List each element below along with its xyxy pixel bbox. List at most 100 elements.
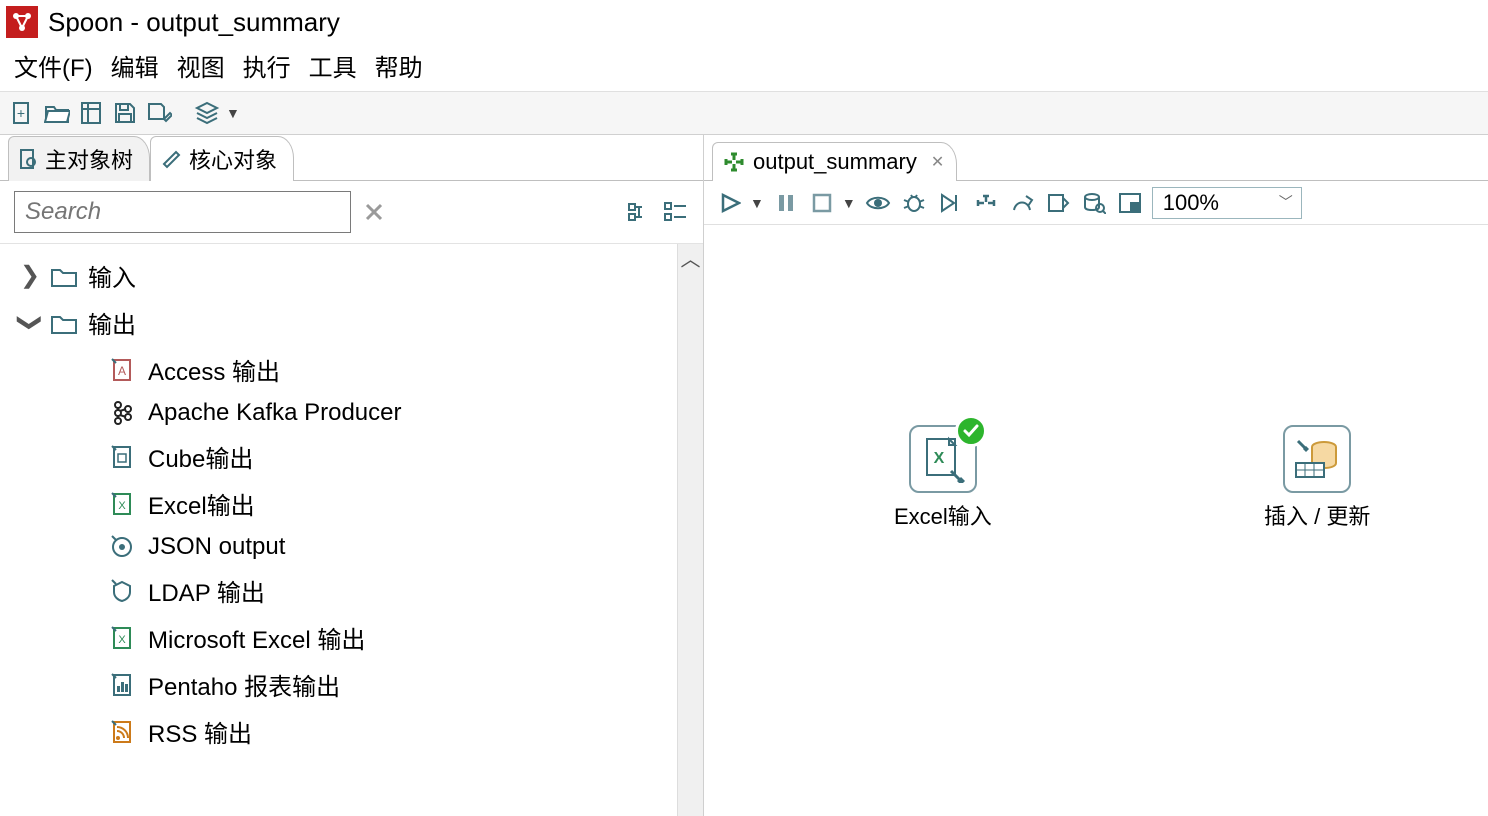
split-area: 主对象树 核心对象 ❯ [0, 135, 1488, 816]
svg-text:+: + [17, 105, 25, 121]
tree: ❯ 输入 ❯ 输出 A Access 输出 Apache Kafka Produ… [0, 244, 677, 816]
app-icon [6, 6, 38, 38]
step-excel-input[interactable]: X Excel输入 [894, 425, 992, 531]
tree-item-label: LDAP 输出 [148, 573, 265, 608]
show-results-icon[interactable] [1116, 189, 1144, 217]
folder-icon [50, 311, 78, 335]
open-folder-icon[interactable] [44, 100, 70, 126]
verify-icon[interactable] [972, 189, 1000, 217]
scroll-up-icon[interactable]: ︿ [678, 244, 703, 270]
insert-update-icon [1292, 435, 1342, 483]
tree-item-label: Microsoft Excel 输出 [148, 620, 365, 655]
step-box [1283, 425, 1351, 493]
tree-node-output[interactable]: ❯ 输出 [20, 299, 673, 346]
excel-icon: X [108, 624, 136, 652]
tab-core-objects-label: 核心对象 [189, 143, 277, 175]
window-title: Spoon - output_summary [48, 7, 340, 38]
save-icon[interactable] [112, 100, 138, 126]
step-label: Excel输入 [894, 499, 992, 531]
stop-icon[interactable] [808, 189, 836, 217]
canvas-tabs: output_summary ✕ [704, 135, 1488, 181]
tree-item-label: JSON output [148, 533, 285, 561]
tree-item[interactable]: JSON output [20, 527, 673, 567]
svg-text:X: X [934, 450, 945, 467]
tab-main-tree[interactable]: 主对象树 [8, 136, 150, 181]
tree-item[interactable]: X Excel输出 [20, 480, 673, 527]
tree-item[interactable]: LDAP 输出 [20, 567, 673, 614]
zoom-select[interactable]: 100% [1152, 187, 1302, 219]
main-toolbar: + ▼ [0, 91, 1488, 135]
tree-item-label: Cube输出 [148, 439, 253, 474]
search-input[interactable] [14, 191, 351, 233]
folder-icon [50, 264, 78, 288]
new-file-icon[interactable]: + [10, 100, 36, 126]
debug-icon[interactable] [900, 189, 928, 217]
kafka-icon [108, 399, 136, 427]
rss-icon [108, 718, 136, 746]
step-box: X [909, 425, 977, 493]
layers-dropdown-icon[interactable]: ▼ [226, 105, 240, 121]
chevron-right-icon[interactable]: ❯ [20, 261, 40, 290]
tree-wrap: ❯ 输入 ❯ 输出 A Access 输出 Apache Kafka Produ… [0, 244, 703, 816]
replay-icon[interactable] [936, 189, 964, 217]
excel-icon: X [108, 490, 136, 518]
explore-icon[interactable] [78, 100, 104, 126]
tree-item[interactable]: Cube输出 [20, 433, 673, 480]
menu-file[interactable]: 文件(F) [10, 46, 97, 85]
tree-item-label: Apache Kafka Producer [148, 399, 402, 427]
tree-item[interactable]: X Microsoft Excel 输出 [20, 614, 673, 661]
tree-node-input[interactable]: ❯ 输入 [20, 252, 673, 299]
run-dropdown-icon[interactable]: ▼ [750, 195, 764, 211]
tab-main-tree-label: 主对象树 [45, 143, 133, 175]
zoom-value: 100% [1163, 190, 1219, 215]
sql-icon[interactable] [1044, 189, 1072, 217]
tree-item-label: Access 输出 [148, 352, 280, 387]
run-icon[interactable] [716, 189, 744, 217]
left-tabs: 主对象树 核心对象 [0, 135, 703, 181]
canvas-tab-label: output_summary [753, 149, 917, 175]
status-ok-icon [955, 415, 987, 447]
step-insert-update[interactable]: 插入 / 更新 [1264, 425, 1370, 531]
tree-item-label: Excel输出 [148, 486, 255, 521]
menu-view[interactable]: 视图 [173, 46, 229, 85]
save-as-icon[interactable] [146, 100, 172, 126]
ldap-icon [108, 577, 136, 605]
tab-core-objects[interactable]: 核心对象 [150, 136, 294, 181]
canvas[interactable]: X Excel输入 [704, 225, 1488, 816]
json-icon [108, 533, 136, 561]
pause-icon[interactable] [772, 189, 800, 217]
close-icon[interactable] [361, 199, 387, 225]
menu-edit[interactable]: 编辑 [107, 46, 163, 85]
search-row [0, 181, 703, 244]
right-pane: output_summary ✕ ▼ ▼ 100% [704, 135, 1488, 816]
layers-icon[interactable] [194, 100, 220, 126]
canvas-tab[interactable]: output_summary ✕ [712, 142, 957, 181]
stop-dropdown-icon[interactable]: ▼ [842, 195, 856, 211]
collapse-tree-icon[interactable] [663, 199, 689, 225]
explore-db-icon[interactable] [1080, 189, 1108, 217]
step-label: 插入 / 更新 [1264, 499, 1370, 531]
scrollbar[interactable]: ︿ [677, 244, 703, 816]
close-tab-icon[interactable]: ✕ [931, 152, 944, 172]
impact-icon[interactable] [1008, 189, 1036, 217]
preview-icon[interactable] [864, 189, 892, 217]
menu-tools[interactable]: 工具 [305, 46, 361, 85]
chevron-down-icon[interactable]: ❯ [16, 313, 45, 333]
svg-text:A: A [118, 364, 126, 378]
expand-tree-icon[interactable] [627, 199, 653, 225]
access-icon: A [108, 356, 136, 384]
tree-item[interactable]: Pentaho 报表输出 [20, 661, 673, 708]
menu-help[interactable]: 帮助 [371, 46, 427, 85]
left-pane: 主对象树 核心对象 ❯ [0, 135, 704, 816]
tree-item[interactable]: RSS 输出 [20, 708, 673, 755]
tree-node-output-label: 输出 [88, 305, 136, 340]
report-icon [108, 671, 136, 699]
transformation-icon [723, 151, 745, 173]
tree-item-label: Pentaho 报表输出 [148, 667, 340, 702]
menu-run[interactable]: 执行 [239, 46, 295, 85]
tree-item[interactable]: A Access 输出 [20, 346, 673, 393]
tree-node-input-label: 输入 [88, 258, 136, 293]
title-bar: Spoon - output_summary [0, 0, 1488, 44]
tree-item[interactable]: Apache Kafka Producer [20, 393, 673, 433]
svg-text:X: X [118, 500, 126, 512]
